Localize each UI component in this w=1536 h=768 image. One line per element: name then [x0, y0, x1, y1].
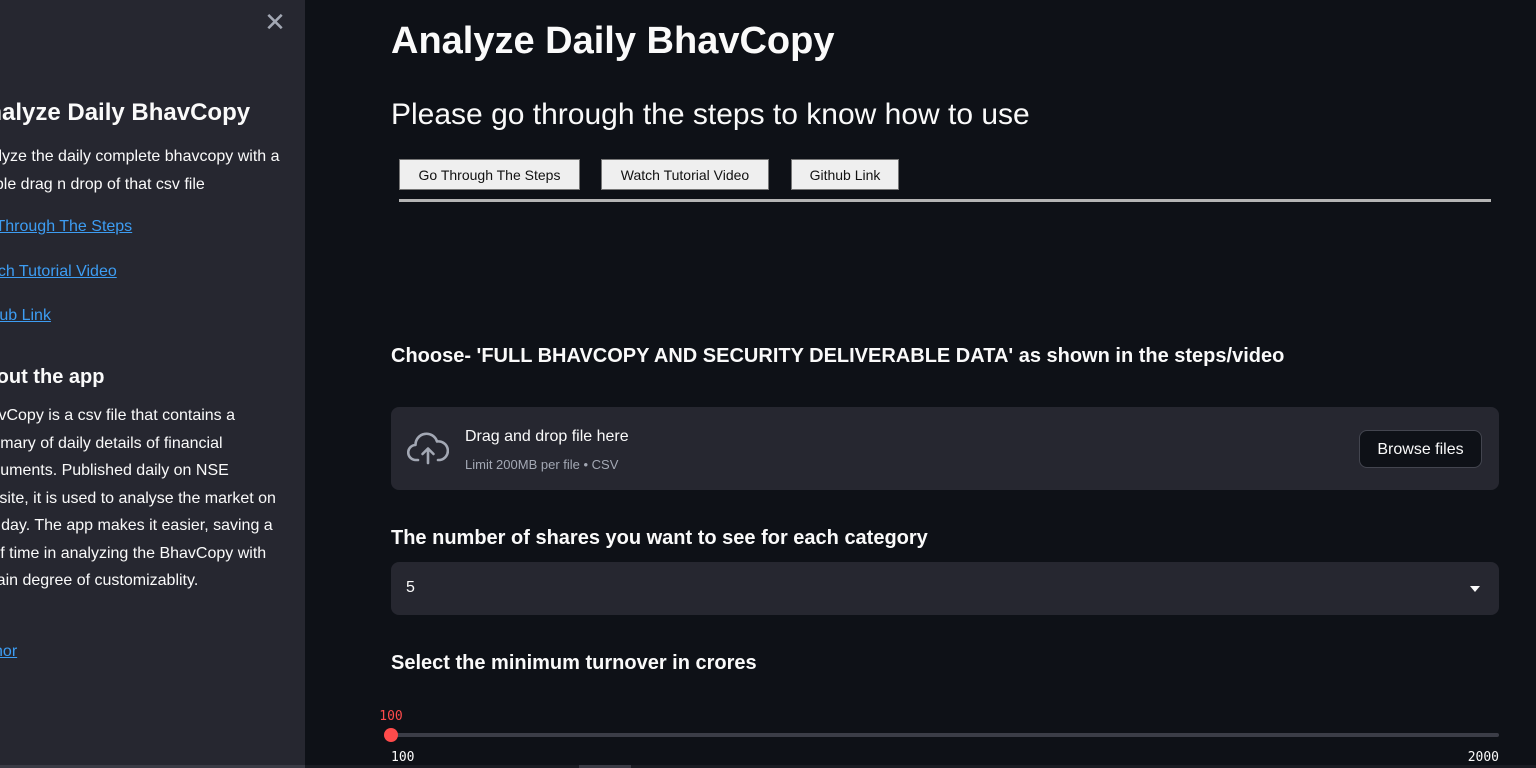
main-content: Analyze Daily BhavCopy Please go through… [305, 0, 1536, 768]
steps-button[interactable]: Go Through The Steps [399, 159, 580, 190]
slider-max-label: 2000 [1467, 750, 1499, 765]
page-subtitle: Please go through the steps to know how … [391, 98, 1030, 131]
cloud-upload-icon [407, 432, 449, 465]
about-text: BhavCopy is a csv file that contains a s… [0, 407, 276, 589]
sidebar-link-author[interactable]: Author [0, 643, 17, 661]
file-dropzone[interactable]: Drag and drop file here Limit 200MB per … [391, 407, 1499, 490]
sidebar-link-steps[interactable]: Go Through The Steps [0, 218, 132, 236]
github-button[interactable]: Github Link [791, 159, 899, 190]
page-title: Analyze Daily BhavCopy [391, 20, 835, 62]
slider-current-value: 100 [379, 709, 403, 724]
shares-select-value: 5 [406, 579, 415, 596]
dropzone-title: Drag and drop file here [465, 428, 629, 445]
sidebar-link-github[interactable]: Github Link [0, 307, 51, 325]
about-heading: About the app [0, 366, 105, 388]
dropzone-limit: Limit 200MB per file • CSV [465, 457, 619, 472]
shares-select[interactable]: 5 [391, 562, 1499, 615]
sidebar: ✕ Analyze Daily BhavCopy Analyze the dai… [0, 0, 305, 768]
tutorial-video-button[interactable]: Watch Tutorial Video [601, 159, 769, 190]
sidebar-description: Analyze the daily complete bhavcopy with… [0, 148, 280, 193]
divider [399, 199, 1491, 202]
chevron-down-icon [1470, 586, 1480, 592]
slider-thumb[interactable] [384, 728, 398, 742]
browse-files-button[interactable]: Browse files [1359, 430, 1482, 468]
slider-min-label: 100 [391, 750, 415, 765]
close-icon[interactable]: ✕ [264, 10, 286, 36]
uploader-label: Choose- 'FULL BHAVCOPY AND SECURITY DELI… [391, 345, 1285, 367]
sidebar-link-video[interactable]: Watch Tutorial Video [0, 263, 117, 281]
sidebar-title: Analyze Daily BhavCopy [0, 99, 251, 126]
turnover-label: Select the minimum turnover in crores [391, 652, 757, 674]
shares-label: The number of shares you want to see for… [391, 527, 928, 549]
turnover-slider[interactable] [384, 728, 1499, 742]
